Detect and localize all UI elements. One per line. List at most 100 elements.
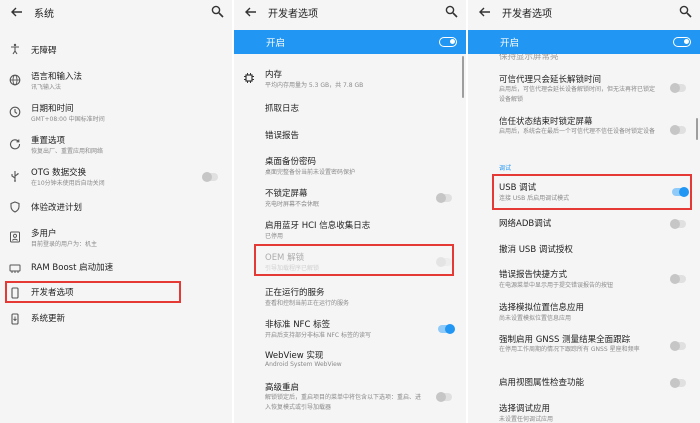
menu-item-nfc[interactable]: 非标准 NFC 标签 开启后支持部分非标准 NFC 标签的读写 xyxy=(234,317,466,341)
menu-item-advanced-reboot[interactable]: 高级重启 解锁锁定后，重启项目的菜单中将包含以下选项：重启、进入恢复模式或引导加… xyxy=(234,380,466,414)
item-subtitle: GMT+08:00 中国标准时间 xyxy=(31,116,105,123)
search-icon[interactable] xyxy=(679,5,692,18)
gnss-tracking-toggle[interactable] xyxy=(670,341,686,351)
back-arrow-icon[interactable] xyxy=(478,5,492,19)
menu-item-bluetooth-hci-log[interactable]: 启用蓝牙 HCI 信息收集日志 已停用 xyxy=(234,218,466,242)
menu-item-network-adb[interactable]: 网络ADB调试 xyxy=(468,215,700,233)
item-subtitle: 讯飞输入法 xyxy=(31,84,62,91)
header-bar: 开发者选项 xyxy=(234,0,466,24)
item-label: 体验改进计划 xyxy=(31,203,83,213)
back-arrow-icon[interactable] xyxy=(10,5,24,19)
item-subtitle: 启用后，可信代理会延长设备解锁时间，但无法再将已锁定设备解锁 xyxy=(499,86,656,103)
back-arrow-icon[interactable] xyxy=(244,5,258,19)
item-label: 启用蓝牙 HCI 信息收集日志 xyxy=(265,221,371,231)
item-subtitle: 在电源菜单中显示用于提交错误报告的按钮 xyxy=(499,282,614,289)
menu-item-capture-log[interactable]: 抓取日志 xyxy=(234,99,466,117)
view-attribute-toggle[interactable] xyxy=(670,378,686,388)
bug-report-shortcut-toggle[interactable] xyxy=(670,274,686,284)
item-subtitle: 启用后，系统会在最后一个可信代理不信任设备时锁定设备 xyxy=(499,128,656,135)
menu-item-select-debug-app[interactable]: 选择调试应用 未设置任何调试应用 xyxy=(468,400,700,423)
item-label: RAM Boost 启动加速 xyxy=(31,263,114,273)
otg-toggle[interactable] xyxy=(202,172,218,182)
lock-on-trust-lost-toggle[interactable] xyxy=(670,125,686,135)
master-switch-bar[interactable]: 开启 xyxy=(234,30,466,54)
menu-item-running-services[interactable]: 正在运行的服务 查看和控制当前正在运行的服务 xyxy=(234,285,466,309)
item-label: 网络ADB调试 xyxy=(499,219,552,229)
item-label: OTG 数据交换 xyxy=(31,168,87,178)
highlight-box xyxy=(5,281,181,303)
item-label: 日期和时间 xyxy=(31,104,74,114)
globe-icon xyxy=(9,74,21,86)
menu-item-reset[interactable]: 重置选项 恢复出厂、重置应用和网络 xyxy=(0,133,232,157)
menu-item-multi-user[interactable]: 多用户 目前登录的用户为：机主 xyxy=(0,226,232,250)
item-subtitle: Android System WebView xyxy=(265,361,342,368)
item-subtitle: 尚未设置模拟位置信息应用 xyxy=(499,315,572,322)
menu-item-gnss-full-tracking[interactable]: 强制启用 GNSS 测量结果全面跟踪 在停用工作周期的情况下跟踪所有 GNSS … xyxy=(468,331,700,357)
item-subtitle: 充电时屏幕不会休眠 xyxy=(265,201,320,208)
item-label: 多用户 xyxy=(31,229,57,239)
stay-awake-toggle[interactable] xyxy=(436,193,452,203)
menu-item-date-time[interactable]: 日期和时间 GMT+08:00 中国标准时间 xyxy=(0,101,232,125)
item-subtitle: 在停用工作周期的情况下跟踪所有 GNSS 星座和频率 xyxy=(499,346,640,353)
item-subtitle: 查看和控制当前正在运行的服务 xyxy=(265,300,350,307)
menu-item-trust-agent-extend[interactable]: 可信代理只会延长解锁时间 启用后，可信代理会延长设备解锁时间，但无法再将已锁定设… xyxy=(468,72,700,104)
menu-item-backup-password[interactable]: 桌面备份密码 桌面完整备份当前未设置密码保护 xyxy=(234,154,466,178)
menu-item-cutoff[interactable]: 保持显示屏常亮 xyxy=(468,54,700,62)
item-subtitle: 桌面完整备份当前未设置密码保护 xyxy=(265,169,356,176)
item-label: 选择模拟位置信息应用 xyxy=(499,303,585,313)
item-label: 强制启用 GNSS 测量结果全面跟踪 xyxy=(499,335,631,345)
item-label: 错误报告快捷方式 xyxy=(499,270,568,280)
menu-item-revoke-usb-auth[interactable]: 撤消 USB 调试授权 xyxy=(468,241,700,259)
item-subtitle: 恢复出厂、重置应用和网络 xyxy=(31,148,104,155)
network-adb-toggle[interactable] xyxy=(670,219,686,229)
category-header-debug: 调试 xyxy=(499,165,512,172)
master-switch-toggle[interactable] xyxy=(439,37,457,47)
item-label: 撤消 USB 调试授权 xyxy=(499,245,573,255)
reset-icon xyxy=(10,139,21,150)
menu-item-ram-boost[interactable]: RAM Boost 启动加速 xyxy=(0,258,232,278)
menu-item-experience-program[interactable]: 体验改进计划 xyxy=(0,198,232,218)
menu-item-mock-location-app[interactable]: 选择模拟位置信息应用 尚未设置模拟位置信息应用 xyxy=(468,299,700,325)
item-label: 错误报告 xyxy=(265,131,300,141)
item-label: 桌面备份密码 xyxy=(265,157,317,167)
item-label: 语言和输入法 xyxy=(31,72,83,82)
item-label: 不锁定屏幕 xyxy=(265,189,308,199)
menu-item-bug-report[interactable]: 错误报告 xyxy=(234,126,466,144)
menu-item-system-update[interactable]: 系统更新 xyxy=(0,309,232,329)
item-label: 重置选项 xyxy=(31,136,66,146)
item-label: 选择调试应用 xyxy=(499,404,551,414)
menu-item-webview[interactable]: WebView 实现 Android System WebView xyxy=(234,348,466,372)
highlight-box xyxy=(254,244,454,276)
menu-item-language[interactable]: 语言和输入法 讯飞输入法 xyxy=(0,69,232,93)
page-title: 系统 xyxy=(34,8,54,20)
system-update-icon xyxy=(11,313,19,325)
menu-item-lock-on-trust-lost[interactable]: 信任状态结束时锁定屏幕 启用后，系统会在最后一个可信代理不信任设备时锁定设备 xyxy=(468,114,700,146)
master-switch-bar[interactable]: 开启 xyxy=(468,30,700,54)
item-subtitle: 目前登录的用户为：机主 xyxy=(31,241,98,248)
menu-item-view-attribute-inspection[interactable]: 启用视图属性检查功能 xyxy=(468,374,700,392)
search-icon[interactable] xyxy=(445,5,458,18)
search-icon[interactable] xyxy=(211,5,224,18)
user-icon xyxy=(10,231,20,243)
highlight-box xyxy=(492,174,692,210)
page-title: 开发者选项 xyxy=(268,8,318,20)
item-label: 信任状态结束时锁定屏幕 xyxy=(499,117,593,127)
item-subtitle: 已停用 xyxy=(265,233,284,240)
master-switch-toggle[interactable] xyxy=(673,37,691,47)
item-subtitle: 平均内存用量为 5.3 GB，共 7.8 GB xyxy=(265,82,364,89)
menu-item-accessibility[interactable]: 无障碍 xyxy=(0,40,232,60)
item-label: 保持显示屏常亮 xyxy=(499,54,559,62)
menu-item-otg[interactable]: OTG 数据交换 在10分钟未使用后自动关闭 xyxy=(0,165,232,189)
advanced-reboot-toggle[interactable] xyxy=(436,392,452,402)
item-label: 无障碍 xyxy=(31,46,57,56)
nfc-toggle[interactable] xyxy=(438,324,455,334)
item-label: 正在运行的服务 xyxy=(265,288,325,298)
header-bar: 系统 xyxy=(0,0,232,24)
memory-item[interactable]: 内存 平均内存用量为 5.3 GB，共 7.8 GB xyxy=(234,67,466,91)
menu-item-stay-awake[interactable]: 不锁定屏幕 充电时屏幕不会休眠 xyxy=(234,186,466,210)
item-label: 内存 xyxy=(265,70,283,80)
trust-agent-toggle[interactable] xyxy=(670,83,686,93)
page-title: 开发者选项 xyxy=(502,8,552,20)
menu-item-bug-report-shortcut[interactable]: 错误报告快捷方式 在电源菜单中显示用于提交错误报告的按钮 xyxy=(468,266,700,292)
item-subtitle: 解锁锁定后，重启项目的菜单中将包含以下选项：重启、进入恢复模式或引导加载器 xyxy=(265,394,422,411)
